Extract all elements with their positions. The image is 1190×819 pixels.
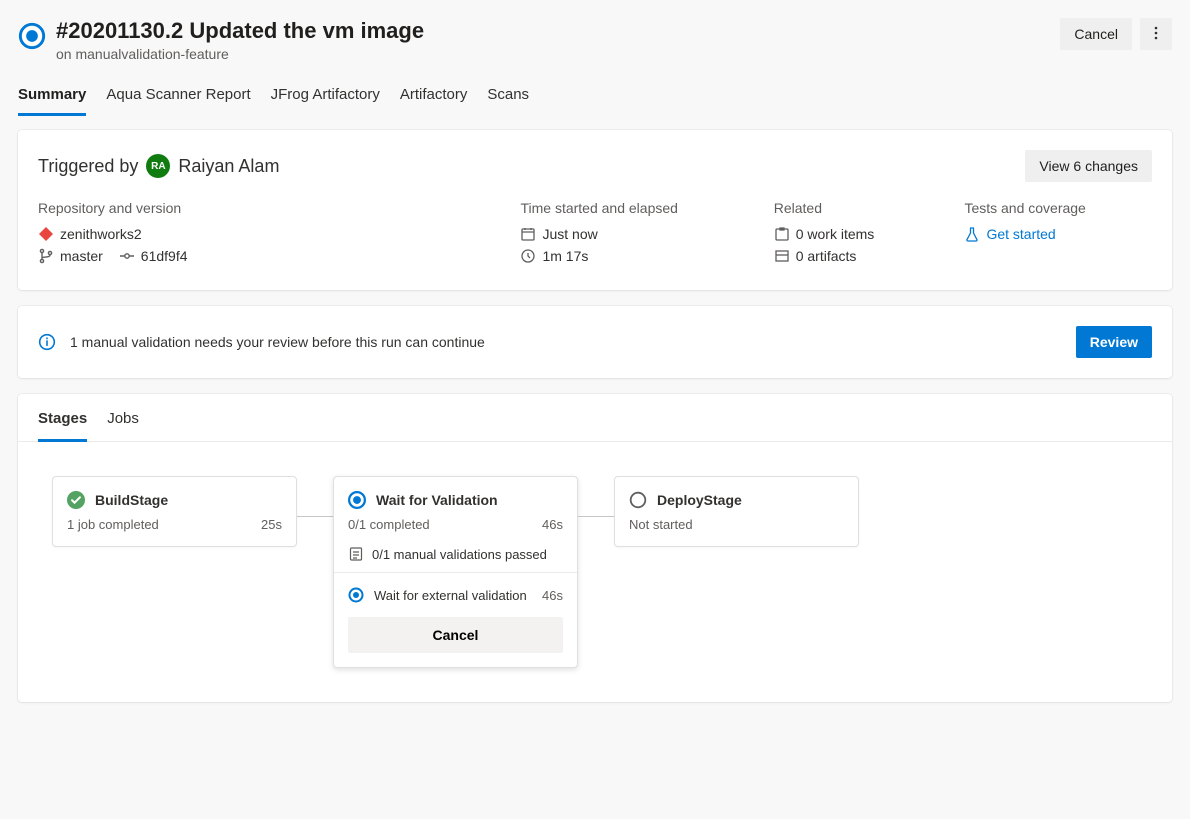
flask-icon: [964, 226, 980, 242]
stage-subtext: 1 job completed: [67, 517, 159, 532]
commit-icon: [119, 248, 135, 264]
commit-hash[interactable]: 61df9f4: [141, 248, 188, 264]
time-started: Just now: [542, 226, 597, 242]
notstarted-icon: [629, 491, 647, 509]
work-items-count[interactable]: 0 work items: [796, 226, 875, 242]
main-tabs: Summary Aqua Scanner Report JFrog Artifa…: [18, 80, 1172, 116]
summary-card: Triggered by RA Raiyan Alam View 6 chang…: [18, 130, 1172, 290]
kebab-icon: [1148, 25, 1164, 44]
tab-aqua[interactable]: Aqua Scanner Report: [106, 80, 250, 116]
stage-duration: 46s: [542, 517, 563, 532]
validations-text: 0/1 manual validations passed: [372, 547, 547, 562]
calendar-icon: [520, 226, 536, 242]
running-icon: [348, 587, 364, 603]
stage-job-name[interactable]: Wait for external validation: [374, 588, 527, 603]
success-icon: [67, 491, 85, 509]
tests-get-started-link[interactable]: Get started: [986, 226, 1055, 242]
stage-connector: [297, 516, 333, 517]
repo-name[interactable]: zenithworks2: [60, 226, 142, 242]
work-items-icon: [774, 226, 790, 242]
time-elapsed: 1m 17s: [542, 248, 588, 264]
user-name[interactable]: Raiyan Alam: [178, 156, 279, 177]
related-label: Related: [774, 200, 941, 216]
repo-version-label: Repository and version: [38, 200, 496, 216]
view-changes-button[interactable]: View 6 changes: [1025, 150, 1152, 182]
validation-alert-text: 1 manual validation needs your review be…: [70, 334, 1062, 350]
repo-icon: [38, 226, 54, 242]
tab-summary[interactable]: Summary: [18, 80, 86, 116]
inner-tab-stages[interactable]: Stages: [38, 410, 87, 442]
stage-title: Wait for Validation: [376, 492, 498, 508]
avatar: RA: [146, 154, 170, 178]
triggered-by-label: Triggered by: [38, 156, 138, 177]
validation-alert: 1 manual validation needs your review be…: [18, 306, 1172, 378]
inner-tab-jobs[interactable]: Jobs: [107, 410, 139, 441]
artifacts-icon: [774, 248, 790, 264]
stage-subtext: Not started: [629, 517, 693, 532]
review-button[interactable]: Review: [1076, 326, 1152, 358]
stage-duration: 25s: [261, 517, 282, 532]
branch-icon: [38, 248, 54, 264]
running-icon: [348, 491, 366, 509]
artifacts-count[interactable]: 0 artifacts: [796, 248, 857, 264]
tab-artifactory[interactable]: Artifactory: [400, 80, 468, 116]
stage-connector: [578, 516, 614, 517]
stage-job-duration: 46s: [542, 588, 563, 603]
stages-card: Stages Jobs BuildStage 1 job completed 2…: [18, 394, 1172, 702]
stage-cancel-button[interactable]: Cancel: [348, 617, 563, 653]
more-actions-button[interactable]: [1140, 18, 1172, 50]
clock-icon: [520, 248, 536, 264]
checklist-icon: [348, 546, 364, 562]
tests-label: Tests and coverage: [964, 200, 1152, 216]
stage-wait-validation[interactable]: Wait for Validation 0/1 completed 46s 0/…: [333, 476, 578, 668]
stage-title: DeployStage: [657, 492, 742, 508]
run-status-icon: [18, 22, 46, 50]
tab-jfrog[interactable]: JFrog Artifactory: [271, 80, 380, 116]
stage-title: BuildStage: [95, 492, 168, 508]
page-title: #20201130.2 Updated the vm image: [56, 18, 1050, 44]
time-label: Time started and elapsed: [520, 200, 749, 216]
page-subtitle: on manualvalidation-feature: [56, 46, 1050, 62]
cancel-button[interactable]: Cancel: [1060, 18, 1132, 50]
stage-deploystage[interactable]: DeployStage Not started: [614, 476, 859, 547]
info-icon: [38, 333, 56, 351]
stage-buildstage[interactable]: BuildStage 1 job completed 25s: [52, 476, 297, 547]
stage-subtext: 0/1 completed: [348, 517, 430, 532]
tab-scans[interactable]: Scans: [487, 80, 529, 116]
branch-name[interactable]: master: [60, 248, 103, 264]
